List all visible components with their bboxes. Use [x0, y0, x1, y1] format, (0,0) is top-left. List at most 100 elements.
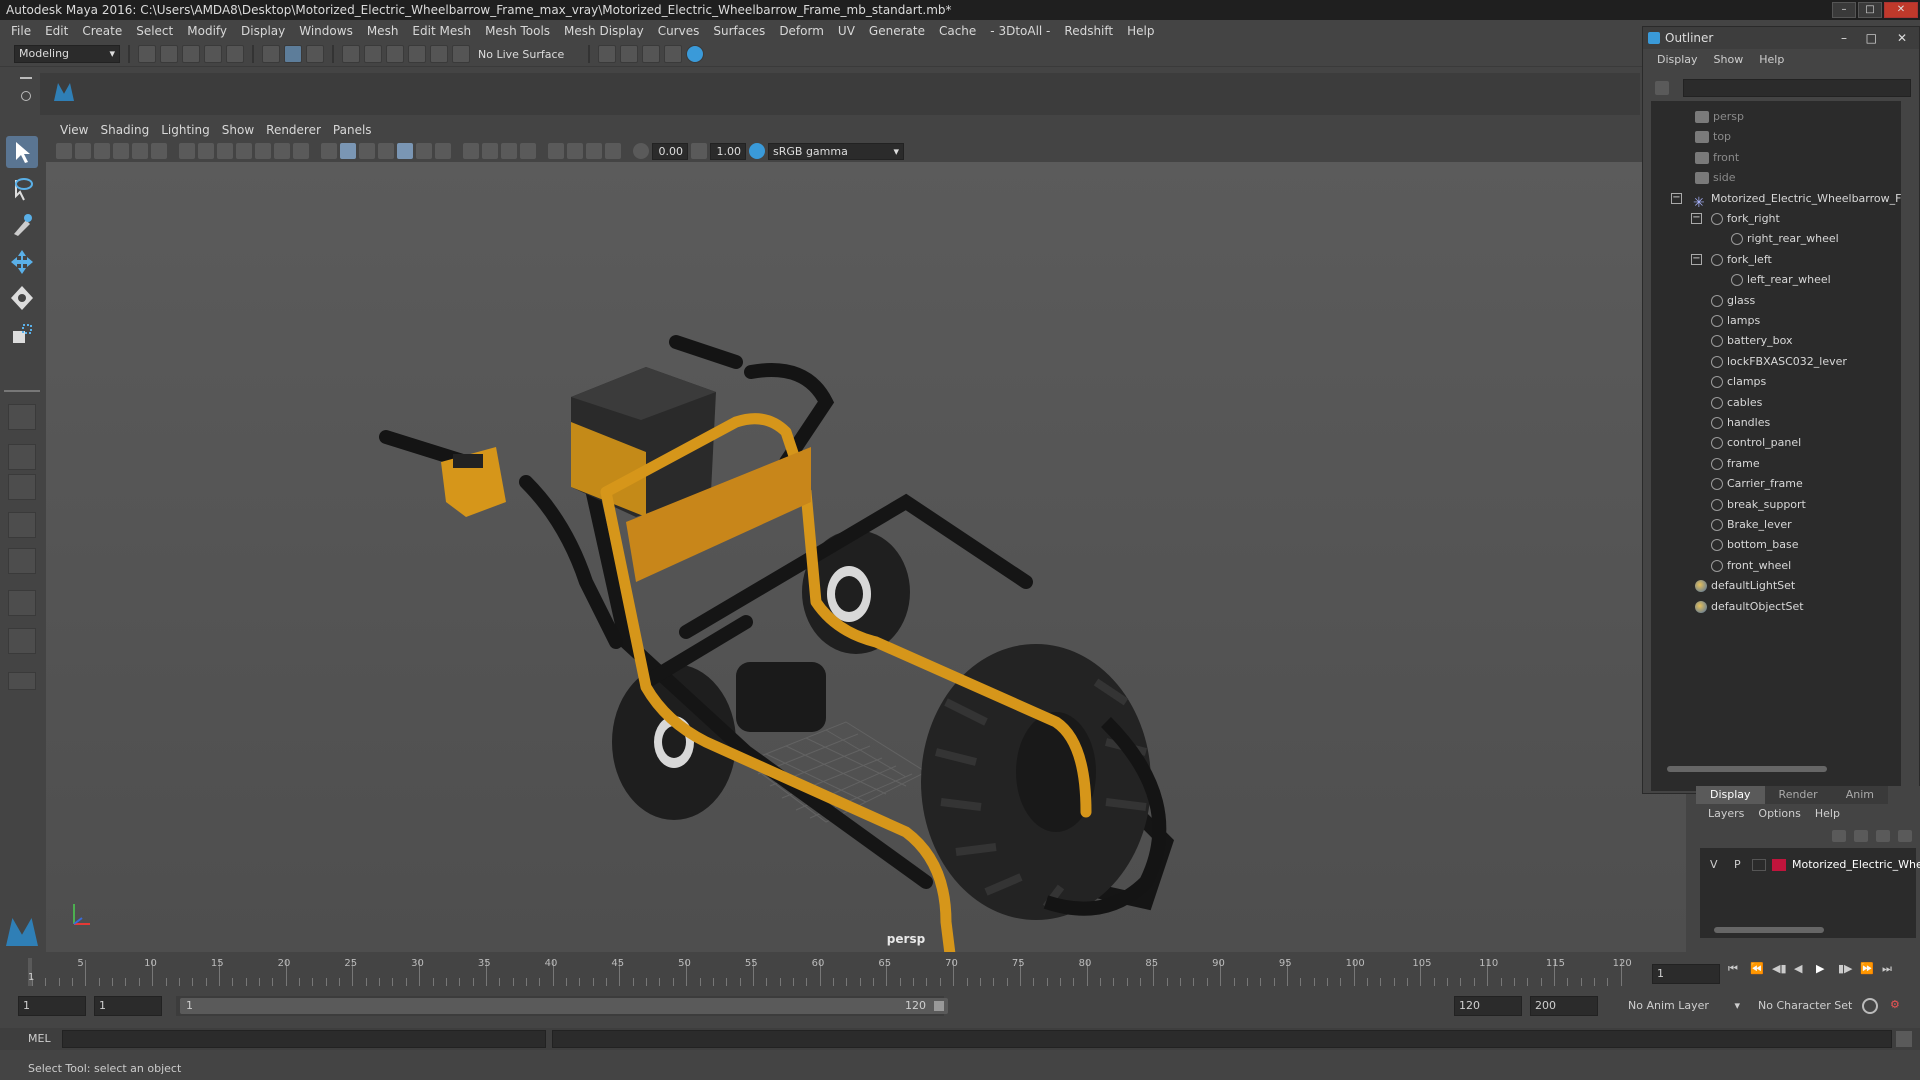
layer-type-toggle[interactable] [1752, 859, 1766, 871]
two-pane-side-layout-icon[interactable] [8, 474, 36, 500]
select-hierarchy-icon[interactable] [262, 45, 280, 63]
menu-mesh-display[interactable]: Mesh Display [557, 24, 651, 38]
step-back-icon[interactable]: ⏪ [1750, 962, 1766, 978]
menu-surfaces[interactable]: Surfaces [706, 24, 772, 38]
new-layer-icon[interactable] [1876, 830, 1890, 842]
xray-joints-icon[interactable] [482, 143, 498, 159]
motion-blur-icon[interactable] [435, 143, 451, 159]
live-surface-label[interactable]: No Live Surface [478, 48, 564, 61]
character-set-dropdown[interactable]: No Character Set [1752, 996, 1870, 1016]
outliner-node-right_rear_wheel[interactable]: right_rear_wheel [1731, 229, 1839, 249]
outliner-node-front_wheel[interactable]: front_wheel [1711, 556, 1791, 576]
minimize-button[interactable]: – [1832, 2, 1856, 18]
go-to-end-icon[interactable]: ⏭ [1882, 962, 1898, 978]
outliner-node-top[interactable]: top [1695, 127, 1731, 147]
gamma-field[interactable]: 1.00 [710, 142, 746, 160]
select-object-icon[interactable] [284, 45, 302, 63]
menu-edit-mesh[interactable]: Edit Mesh [405, 24, 478, 38]
layer-row[interactable]: V P Motorized_Electric_Whe [1700, 856, 1920, 874]
scrollbar-thumb[interactable] [1667, 766, 1827, 772]
snap-point-icon[interactable] [386, 45, 404, 63]
snap-surface-icon[interactable] [430, 45, 448, 63]
panel-menu-renderer[interactable]: Renderer [260, 123, 327, 137]
script-editor-icon[interactable] [1896, 1031, 1912, 1047]
outliner-node-handles[interactable]: handles [1711, 413, 1770, 433]
backface-culling-icon[interactable] [520, 143, 536, 159]
maximize-button[interactable]: □ [1858, 2, 1882, 18]
range-bar-handle[interactable]: 1 120 [180, 998, 948, 1014]
lasso-tool-icon[interactable] [6, 174, 38, 206]
ipr-render-icon[interactable] [642, 45, 661, 63]
exposure-icon[interactable] [633, 143, 649, 159]
outliner-node-cables[interactable]: cables [1711, 393, 1762, 413]
paint-select-icon[interactable] [6, 210, 38, 242]
rotate-tool-icon[interactable] [6, 282, 38, 314]
menu-modify[interactable]: Modify [180, 24, 234, 38]
shelf-menu-icon[interactable] [20, 77, 32, 79]
new-scene-icon[interactable] [138, 45, 156, 63]
resolution-gate-icon[interactable] [217, 143, 233, 159]
layout-toggle-icon[interactable] [8, 672, 36, 690]
outliner-node-carrier_frame[interactable]: Carrier_frame [1711, 474, 1803, 494]
bookmark-icon[interactable] [94, 143, 110, 159]
anim-layer-dropdown[interactable]: No Anim Layer ▾ [1622, 996, 1744, 1016]
outliner-node-fork_left[interactable]: fork_left [1711, 250, 1772, 270]
xray-icon[interactable] [463, 143, 479, 159]
filter-icon[interactable] [1655, 81, 1669, 95]
current-frame-field[interactable]: 1 [1652, 964, 1720, 984]
step-forward-key-icon[interactable]: ▮▶ [1838, 962, 1854, 978]
collapse-toggle[interactable]: − [1691, 253, 1702, 265]
select-component-icon[interactable] [306, 45, 324, 63]
menu-create[interactable]: Create [75, 24, 129, 38]
outliner-node-root[interactable]: ✳ Motorized_Electric_Wheelbarrow_F [1693, 189, 1901, 211]
layer-menu-layers[interactable]: Layers [1708, 804, 1744, 824]
layer-name[interactable]: Motorized_Electric_Whe [1792, 856, 1920, 874]
panel-menu-view[interactable]: View [54, 123, 94, 137]
screen-space-ao-icon[interactable] [416, 143, 432, 159]
outliner-node-defaultObjectSet[interactable]: defaultObjectSet [1695, 597, 1804, 617]
layer-visibility-toggle[interactable]: V [1710, 856, 1718, 874]
snap-view-icon[interactable] [408, 45, 426, 63]
shelf-settings-icon[interactable] [21, 91, 31, 101]
menu-file[interactable]: File [4, 24, 38, 38]
outliner-node-left_rear_wheel[interactable]: left_rear_wheel [1731, 270, 1831, 290]
range-handle-end[interactable] [934, 1001, 944, 1011]
menu-display[interactable]: Display [234, 24, 292, 38]
range-bar[interactable]: 1 120 [176, 996, 948, 1016]
field-chart-icon[interactable] [255, 143, 271, 159]
new-layer-selected-icon[interactable] [1898, 830, 1912, 842]
collapse-toggle[interactable]: − [1691, 213, 1702, 224]
hypershade-icon[interactable] [686, 45, 705, 63]
menu-3dtoall[interactable]: - 3DtoAll - [983, 24, 1057, 38]
menu-set-dropdown[interactable]: Modeling ▾ [14, 45, 120, 63]
two-pane-stacked-layout-icon[interactable] [8, 512, 36, 538]
layer-menu-help[interactable]: Help [1815, 804, 1840, 824]
color-management-icon[interactable] [749, 143, 765, 159]
minimize-icon[interactable]: – [1841, 27, 1847, 49]
start-time-field[interactable]: 1 [18, 996, 86, 1016]
move-layer-up-icon[interactable] [1832, 830, 1846, 842]
gate-mask-icon[interactable] [236, 143, 252, 159]
playback-end-field[interactable]: 120 [1454, 996, 1522, 1016]
step-back-key-icon[interactable]: ◀▮ [1772, 962, 1788, 978]
outliner-node-defaultLightSet[interactable]: defaultLightSet [1695, 576, 1795, 596]
outliner-menu-show[interactable]: Show [1708, 53, 1750, 66]
outliner-node-frame[interactable]: frame [1711, 454, 1760, 474]
gamma-icon[interactable] [691, 143, 707, 159]
outliner-node-clamps[interactable]: clamps [1711, 372, 1766, 392]
snap-grid-icon[interactable] [342, 45, 360, 63]
menu-windows[interactable]: Windows [292, 24, 360, 38]
menu-mesh-tools[interactable]: Mesh Tools [478, 24, 557, 38]
outliner-menu-help[interactable]: Help [1753, 53, 1790, 66]
camera-select-icon[interactable] [56, 143, 72, 159]
graph-persp-layout-icon[interactable] [8, 590, 36, 616]
outliner-node-control_panel[interactable]: control_panel [1711, 433, 1801, 453]
frame-camera-icon[interactable] [586, 143, 602, 159]
command-language-label[interactable]: MEL [28, 1032, 51, 1045]
wireframe-icon[interactable] [321, 143, 337, 159]
open-scene-icon[interactable] [160, 45, 178, 63]
outliner-hscrollbar[interactable] [1657, 765, 1897, 773]
render-view-icon[interactable] [598, 45, 617, 63]
layer-tab-render[interactable]: Render [1764, 786, 1832, 804]
image-plane-icon[interactable] [113, 143, 129, 159]
